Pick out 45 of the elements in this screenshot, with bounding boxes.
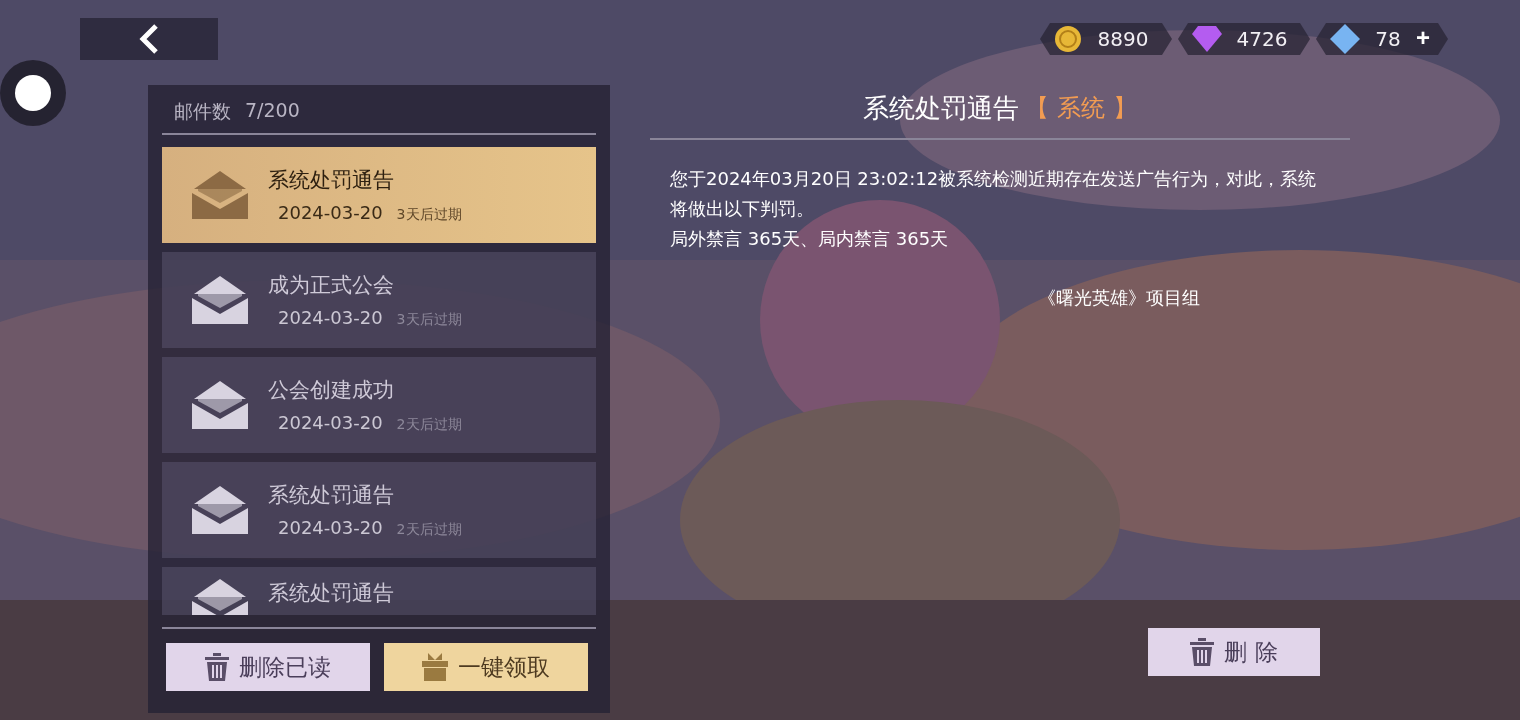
mail-item[interactable]: 公会创建成功 2024-03-20 2天后过期 (162, 357, 596, 453)
back-button[interactable] (80, 18, 218, 60)
mail-expiry: 2天后过期 (396, 416, 462, 434)
crystal-icon (1330, 24, 1360, 54)
envelope-icon (192, 171, 248, 219)
mail-title: 公会创建成功 (268, 377, 395, 404)
currency-amount: 78 (1374, 27, 1402, 51)
envelope-icon (192, 579, 248, 615)
envelope-icon (192, 381, 248, 429)
mail-body-text: 您于2024年03月20日 23:02:12被系统检测近期存在发送广告行为，对此，系统将做出以下判罚。 (670, 167, 1318, 221)
mail-item[interactable]: 系统处罚通告 (162, 567, 596, 615)
mail-item[interactable]: 系统处罚通告 2024-03-20 2天后过期 (162, 462, 596, 558)
mail-title: 系统处罚通告 (268, 580, 394, 607)
mail-date: 2024-03-20 (278, 412, 383, 433)
mail-count-label: 邮件数 (174, 99, 231, 124)
mail-title: 系统处罚通告 (268, 167, 395, 194)
gift-icon (422, 653, 448, 681)
mail-expiry: 2天后过期 (396, 521, 462, 539)
add-button[interactable]: + (1416, 24, 1430, 54)
delete-read-button[interactable]: 删除已读 (166, 643, 370, 691)
gem-icon (1192, 26, 1222, 52)
currency-amount: 8890 (1096, 27, 1150, 51)
coin-icon (1054, 25, 1082, 53)
mail-date: 2024-03-20 (278, 517, 383, 538)
mail-title: 成为正式公会 (268, 272, 395, 299)
mail-detail-title: 系统处罚通告 (863, 91, 1020, 125)
back-icon (139, 24, 159, 54)
mail-expiry: 3天后过期 (396, 206, 462, 224)
delete-button[interactable]: 删 除 (1148, 628, 1320, 676)
mail-expiry: 3天后过期 (396, 311, 462, 329)
mail-title: 系统处罚通告 (268, 482, 395, 509)
trash-icon (205, 653, 229, 681)
mail-date: 2024-03-20 (278, 202, 383, 223)
mail-item[interactable]: 成为正式公会 2024-03-20 3天后过期 (162, 252, 596, 348)
mail-date: 2024-03-20 (278, 307, 383, 328)
claim-all-button[interactable]: 一键领取 (384, 643, 588, 691)
mail-count: 7/200 (245, 99, 300, 123)
envelope-icon (192, 276, 248, 324)
mail-body-text: 局外禁言 365天、局内禁言 365天 (670, 227, 950, 251)
category-tag: 【 系统 】 (1025, 92, 1137, 124)
signature: 《曙光英雄》项目组 (1038, 286, 1200, 310)
mail-item[interactable]: 系统处罚通告 2024-03-20 3天后过期 (162, 147, 596, 243)
currency-amount: 4726 (1235, 27, 1289, 51)
trash-icon (1190, 638, 1215, 666)
envelope-icon (192, 486, 248, 534)
